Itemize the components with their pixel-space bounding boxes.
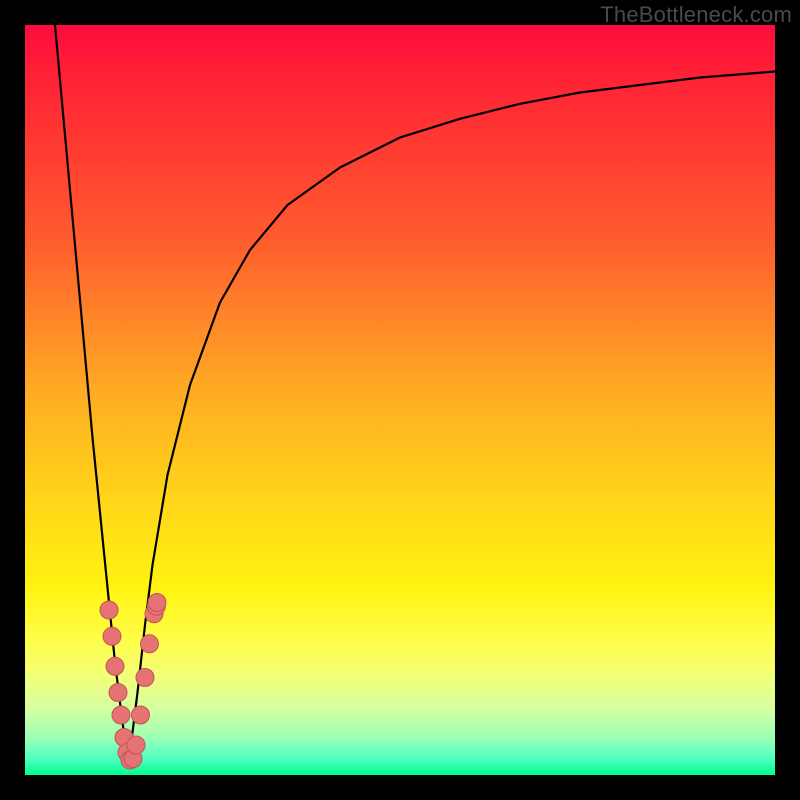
data-point <box>127 736 145 754</box>
data-point <box>112 706 130 724</box>
data-point <box>103 627 121 645</box>
data-point <box>100 601 118 619</box>
chart-svg <box>25 25 775 775</box>
data-point <box>109 684 127 702</box>
data-point <box>148 594 166 612</box>
data-point <box>106 657 124 675</box>
data-point <box>132 706 150 724</box>
data-point <box>136 669 154 687</box>
curve-left-branch <box>55 25 129 764</box>
curve-group <box>55 25 775 764</box>
watermark-label: TheBottleneck.com <box>600 2 792 28</box>
chart-frame: TheBottleneck.com <box>0 0 800 800</box>
curve-right-branch <box>129 72 776 764</box>
data-point <box>141 635 159 653</box>
chart-plot-area <box>25 25 775 775</box>
